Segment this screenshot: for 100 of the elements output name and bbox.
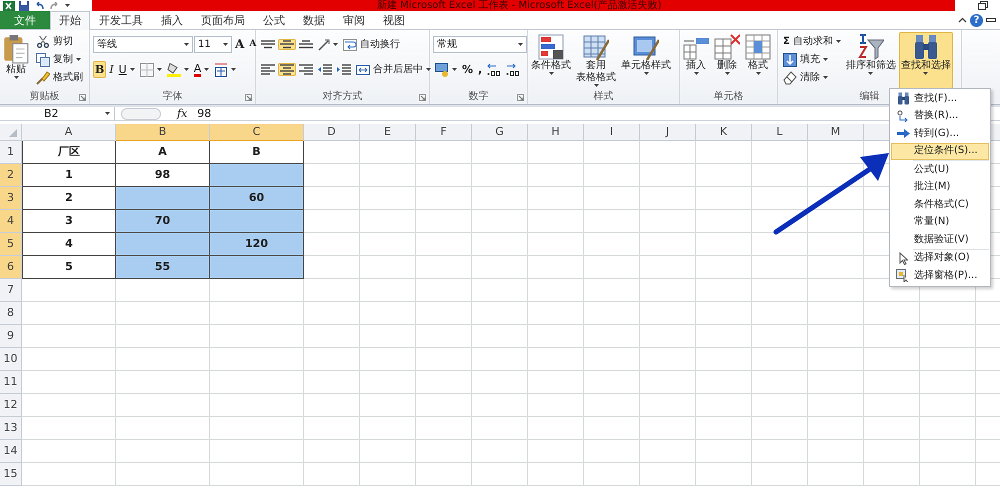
table-cell: 4 [22,233,116,256]
row-header[interactable]: 3 [0,187,22,210]
menu-item[interactable]: 转到(G)... [891,125,989,142]
row-header[interactable]: 2 [0,164,22,187]
ribbon-tab[interactable]: 插入 [152,11,192,29]
row-header[interactable]: 10 [0,348,22,371]
ribbon-button[interactable] [316,38,340,52]
column-header[interactable]: E [360,124,416,141]
ribbon-button[interactable]: 复制 [34,51,83,68]
column-header[interactable]: J [640,124,696,141]
row-header[interactable]: 6 [0,256,22,279]
column-header[interactable]: K [696,124,752,141]
ribbon-tab[interactable]: 开发工具 [90,11,152,29]
ribbon-button[interactable]: % [460,61,476,78]
ribbon-button[interactable]: 查找和选择 [898,32,953,89]
row-header[interactable]: 5 [0,233,22,256]
group-label: 数字 [468,91,488,103]
row-header[interactable]: 12 [0,394,22,417]
ribbon-tab[interactable]: 页面布局 [192,11,254,29]
ribbon-button[interactable]: 格式 [743,32,773,89]
menu-item[interactable]: 定位条件(S)... [891,142,989,160]
ribbon-button[interactable]: 填充 [781,51,830,68]
ribbon-button[interactable] [259,39,277,50]
column-header[interactable]: I [584,124,640,141]
column-header[interactable]: C [210,124,304,141]
column-header[interactable]: G [472,124,528,141]
menu-item[interactable]: 数据验证(V) [891,231,989,248]
row-header[interactable]: 13 [0,417,22,440]
ribbon-button[interactable] [297,63,315,76]
menu-item[interactable]: 条件格式(C) [891,196,989,214]
ribbon-button[interactable]: 自动换行 [341,36,402,53]
menu-item[interactable]: 替换(R)... [891,108,989,125]
help-button[interactable]: ? [970,14,983,26]
file-tab[interactable]: 文件 [0,11,50,29]
ribbon-button[interactable]: 单元格样式 [619,32,673,89]
ribbon-button[interactable]: 插入 [681,32,711,89]
column-header[interactable]: F [416,124,472,141]
menu-item[interactable]: 选择窗格(P)... [891,267,989,284]
ribbon-button[interactable]: , [476,61,484,78]
ribbon-tab[interactable]: 公式 [254,11,294,29]
row-header[interactable]: 11 [0,371,22,394]
ribbon-button[interactable] [278,39,296,50]
row-header[interactable]: 15 [0,463,22,486]
ribbon-button[interactable] [297,39,315,50]
ribbon-button[interactable] [164,62,191,78]
column-header[interactable]: H [528,124,584,141]
dropdown-field[interactable]: 11 [194,36,232,53]
ribbon-button[interactable] [259,63,277,76]
ribbon-button[interactable]: 剪切 [34,33,75,50]
dialog-launcher-icon[interactable] [245,94,252,100]
row-header[interactable]: 8 [0,302,22,325]
column-header[interactable]: L [752,124,808,141]
dialog-launcher-icon[interactable] [419,94,426,100]
function-button[interactable]: fx [177,106,188,120]
row-header[interactable]: 7 [0,279,22,302]
ribbon-button[interactable]: 删除 [712,32,742,89]
column-header[interactable]: M [808,124,864,141]
name-box[interactable]: B2 [0,106,115,120]
format-button[interactable]: I [107,61,116,78]
ribbon-button[interactable] [278,63,296,76]
format-button[interactable]: B [93,61,106,78]
format-button[interactable]: U [116,61,137,78]
ribbon-tab[interactable]: 数据 [294,11,334,29]
row-header[interactable]: 4 [0,210,22,233]
ribbon-tab[interactable]: 开始 [50,11,90,30]
menu-item[interactable]: 批注(M) [891,178,989,196]
table-cell: 5 [22,256,116,279]
menu-item[interactable]: 选择对象(O) [891,250,989,267]
format-button[interactable]: A [233,36,246,53]
ribbon-button[interactable]: Σ 自动求和 [781,33,843,50]
ribbon-button[interactable]: 合并后居中 [354,61,433,78]
ribbon-tab[interactable]: 审阅 [334,11,374,29]
dropdown-field[interactable]: 等线 [93,36,193,53]
menu-item[interactable]: 常量(N) [891,214,989,231]
menu-item[interactable]: 查找(F)... [891,90,989,108]
ribbon-button[interactable] [316,63,334,76]
row-header[interactable]: 9 [0,325,22,348]
column-header[interactable]: B [116,124,210,141]
format-button[interactable]: A [247,36,258,53]
row-header[interactable]: 1 [0,141,22,164]
table-cell: 60 [210,187,304,210]
caret-icon [518,43,523,46]
row-header[interactable]: 14 [0,440,22,463]
ribbon-button[interactable]: 清除 [781,69,830,86]
dialog-launcher-icon[interactable] [517,94,524,100]
menu-item[interactable]: 公式(U) [891,161,989,178]
format-button[interactable]: A [192,62,212,78]
ribbon-button[interactable]: 格式刷 [34,69,85,86]
ribbon-button[interactable]: 套用 表格格式 [574,32,618,89]
dialog-launcher-icon[interactable] [79,94,86,100]
ribbon-button[interactable]: 条件格式 [529,32,573,89]
column-header[interactable]: D [304,124,360,141]
ribbon-button[interactable] [212,62,238,78]
dropdown-field[interactable]: 常规 [433,36,527,53]
ribbon-button[interactable] [433,62,459,78]
ribbon-button[interactable] [335,63,353,76]
align-middle-icon [280,40,294,49]
ribbon-button[interactable]: 排序和筛选 [844,32,898,89]
ribbon-button[interactable]: 粘贴 [1,32,31,89]
ribbon-tab[interactable]: 视图 [374,11,414,29]
